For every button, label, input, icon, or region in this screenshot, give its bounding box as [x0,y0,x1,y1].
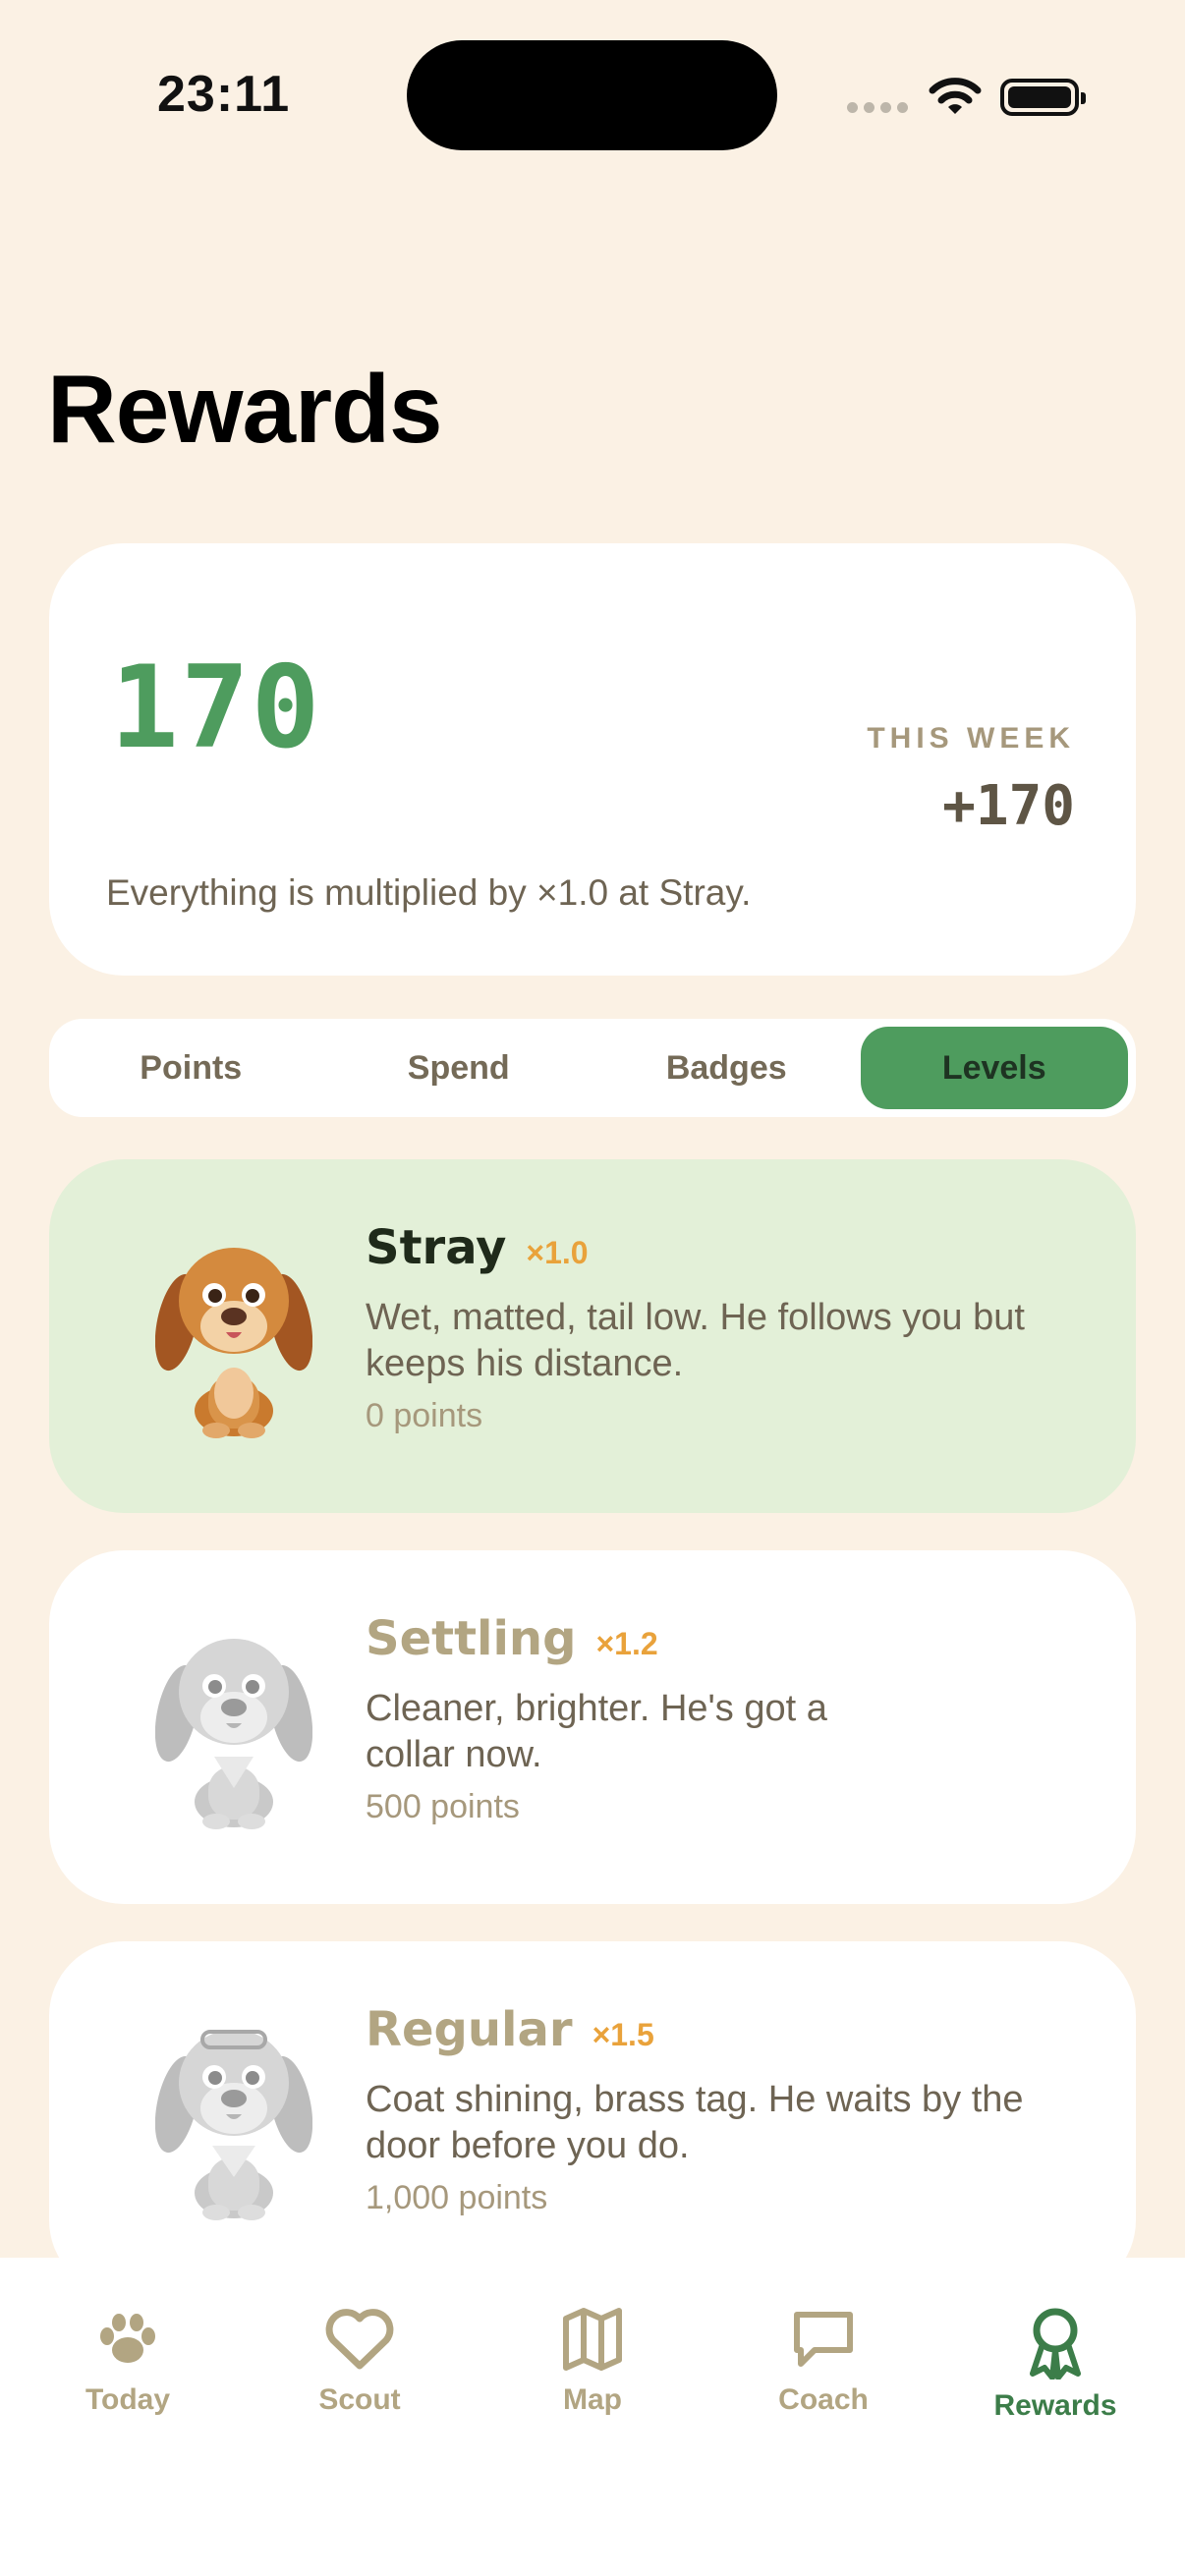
level-info: Stray ×1.0 Wet, matted, tail low. He fol… [366,1220,1073,1435]
tab-spend[interactable]: Spend [325,1027,593,1109]
level-description: Cleaner, brighter. He's got a collar now… [366,1688,827,1775]
this-week-label: THIS WEEK [867,722,1075,755]
level-info: Settling ×1.2 Cleaner, brighter. He's go… [366,1611,1073,1826]
level-card-regular[interactable]: Regular ×1.5 Coat shining, brass tag. He… [49,1941,1136,2295]
tabbar-rewards[interactable]: Rewards [957,2305,1154,2423]
tabbar-label: Coach [778,2383,869,2416]
level-name: Regular [366,2002,573,2057]
heart-icon [325,2309,394,2370]
level-multiplier: ×1.5 [592,2017,654,2052]
tabbar-scout[interactable]: Scout [261,2305,458,2417]
level-requirement: 0 points [366,1397,483,1434]
tabbar-label: Scout [318,2383,401,2416]
rewards-screen: 23:11 Rewards 170 THIS WEEK +170 Everyth… [0,0,1185,2576]
ribbon-award-icon [1030,2308,1081,2380]
tabbar-label: Rewards [993,2389,1117,2422]
multiplier-note: Everything is multiplied by ×1.0 at Stra… [106,872,752,913]
level-requirement: 1,000 points [366,2179,548,2216]
settling-dog-illustration [155,1639,312,1829]
level-card-stray[interactable]: Stray ×1.0 Wet, matted, tail low. He fol… [49,1159,1136,1513]
dynamic-island [407,40,777,150]
level-card-settling[interactable]: Settling ×1.2 Cleaner, brighter. He's go… [49,1550,1136,1904]
tabbar-today[interactable]: Today [29,2305,226,2417]
status-time: 23:11 [157,66,291,123]
level-multiplier: ×1.0 [526,1235,589,1270]
level-description: Coat shining, brass tag. He waits by the… [366,2079,1024,2166]
tab-points[interactable]: Points [57,1027,325,1109]
tab-badges[interactable]: Badges [592,1027,861,1109]
bottom-tab-bar: Today Scout Map Coach Rewards [0,2258,1185,2576]
cellular-signal-icon [847,102,908,113]
level-name: Stray [366,1220,507,1275]
stray-dog-illustration [155,1248,312,1438]
tabbar-map[interactable]: Map [494,2305,691,2417]
status-indicators [847,69,1086,124]
paw-icon [100,2314,155,2363]
map-icon [563,2308,622,2371]
wifi-icon [929,78,982,114]
tab-levels[interactable]: Levels [860,1027,1128,1109]
level-description: Wet, matted, tail low. He follows you bu… [366,1297,1025,1384]
level-info: Regular ×1.5 Coat shining, brass tag. He… [366,2002,1073,2217]
tabbar-label: Map [563,2383,622,2416]
rewards-segmented-control: Points Spend Badges Levels [49,1019,1136,1117]
level-requirement: 500 points [366,1788,520,1825]
level-name: Settling [366,1611,577,1666]
battery-icon [1000,79,1086,116]
regular-dog-illustration [155,2030,312,2220]
points-summary-card: 170 THIS WEEK +170 Everything is multipl… [49,543,1136,976]
total-points: 170 [110,642,322,774]
tabbar-label: Today [85,2383,171,2416]
this-week-points: +170 [942,774,1075,838]
level-multiplier: ×1.2 [595,1626,658,1661]
chat-bubble-icon [794,2312,853,2367]
tabbar-coach[interactable]: Coach [725,2305,922,2417]
page-title: Rewards [47,355,443,463]
